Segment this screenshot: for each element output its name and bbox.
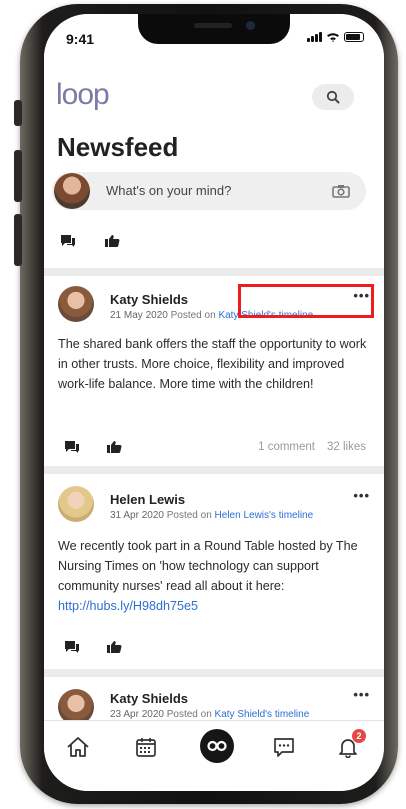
post-date: 23 Apr 2020	[110, 709, 164, 720]
like-icon[interactable]	[104, 234, 120, 248]
like-icon[interactable]	[106, 440, 122, 454]
post-composer[interactable]: What's on your mind?	[52, 172, 366, 210]
posted-on-label: Posted on	[166, 510, 212, 521]
comment-icon[interactable]	[60, 234, 76, 248]
speaker-grille	[194, 23, 232, 28]
calendar-icon	[136, 738, 156, 757]
comment-icon[interactable]	[64, 440, 80, 454]
posted-on-label: Posted on	[166, 709, 212, 720]
search-icon	[326, 90, 340, 104]
engagement-counts: 1 comment 32 likes	[258, 441, 366, 453]
app-header: loop Newsfeed What's on your mind?	[44, 58, 384, 268]
posted-on-label: Posted on	[170, 310, 216, 321]
timeline-link[interactable]: Katy Shield's timeline	[215, 709, 310, 720]
tab-calendar[interactable]	[132, 733, 160, 761]
chat-icon	[274, 738, 294, 757]
author-avatar[interactable]	[58, 486, 94, 522]
tab-home[interactable]	[64, 733, 92, 761]
status-time: 9:41	[66, 31, 95, 47]
camera-icon[interactable]	[332, 184, 350, 198]
app-screen: 9:41 loop Newsfeed What's on your mind?	[44, 14, 384, 791]
notch	[138, 14, 290, 44]
tab-messages[interactable]	[270, 733, 298, 761]
highlight-box	[238, 284, 374, 318]
tab-loop[interactable]	[198, 727, 236, 765]
user-avatar	[54, 173, 90, 209]
volume-up-button	[14, 150, 22, 202]
post-date: 31 Apr 2020	[110, 510, 164, 521]
like-icon[interactable]	[106, 640, 122, 654]
mute-switch	[14, 100, 22, 126]
timeline-link[interactable]: Helen Lewis's timeline	[215, 510, 314, 521]
post-actions	[64, 440, 122, 454]
loop-logo: loop	[56, 78, 110, 111]
post-meta: 31 Apr 2020 Posted on Helen Lewis's time…	[110, 510, 313, 521]
status-icons	[307, 32, 364, 42]
search-button[interactable]	[312, 84, 354, 110]
post-date: 21 May 2020	[110, 310, 168, 321]
composer-actions	[60, 234, 120, 248]
home-icon	[67, 737, 89, 757]
author-name[interactable]: Helen Lewis	[110, 492, 185, 507]
post-text: We recently took part in a Round Table h…	[58, 536, 376, 616]
comment-count[interactable]: 1 comment	[258, 441, 315, 453]
battery-icon	[344, 32, 364, 42]
comment-icon[interactable]	[64, 640, 80, 654]
tab-notifications[interactable]: 2	[334, 729, 366, 761]
bottom-tab-bar: 2	[44, 720, 384, 791]
post-text: The shared bank offers the staff the opp…	[58, 337, 367, 391]
signal-icon	[307, 32, 322, 42]
notification-badge: 2	[352, 729, 366, 743]
loop-icon	[200, 729, 234, 763]
post-meta: 23 Apr 2020 Posted on Katy Shield's time…	[110, 709, 309, 720]
like-count[interactable]: 32 likes	[327, 441, 366, 453]
page-title: Newsfeed	[57, 132, 179, 162]
author-name[interactable]: Katy Shields	[110, 292, 188, 307]
composer-placeholder: What's on your mind?	[106, 183, 232, 198]
front-camera	[246, 21, 255, 30]
post-actions	[64, 640, 122, 654]
author-name[interactable]: Katy Shields	[110, 691, 188, 706]
post-body: We recently took part in a Round Table h…	[58, 539, 358, 593]
author-avatar[interactable]	[58, 286, 94, 322]
post-card: Helen Lewis 31 Apr 2020 Posted on Helen …	[44, 474, 384, 669]
more-options-icon[interactable]: •••	[353, 488, 370, 503]
post-url-link[interactable]: http://hubs.ly/H98dh75e5	[58, 599, 198, 613]
volume-down-button	[14, 214, 22, 266]
more-options-icon[interactable]: •••	[353, 687, 370, 702]
wifi-icon	[327, 33, 339, 42]
